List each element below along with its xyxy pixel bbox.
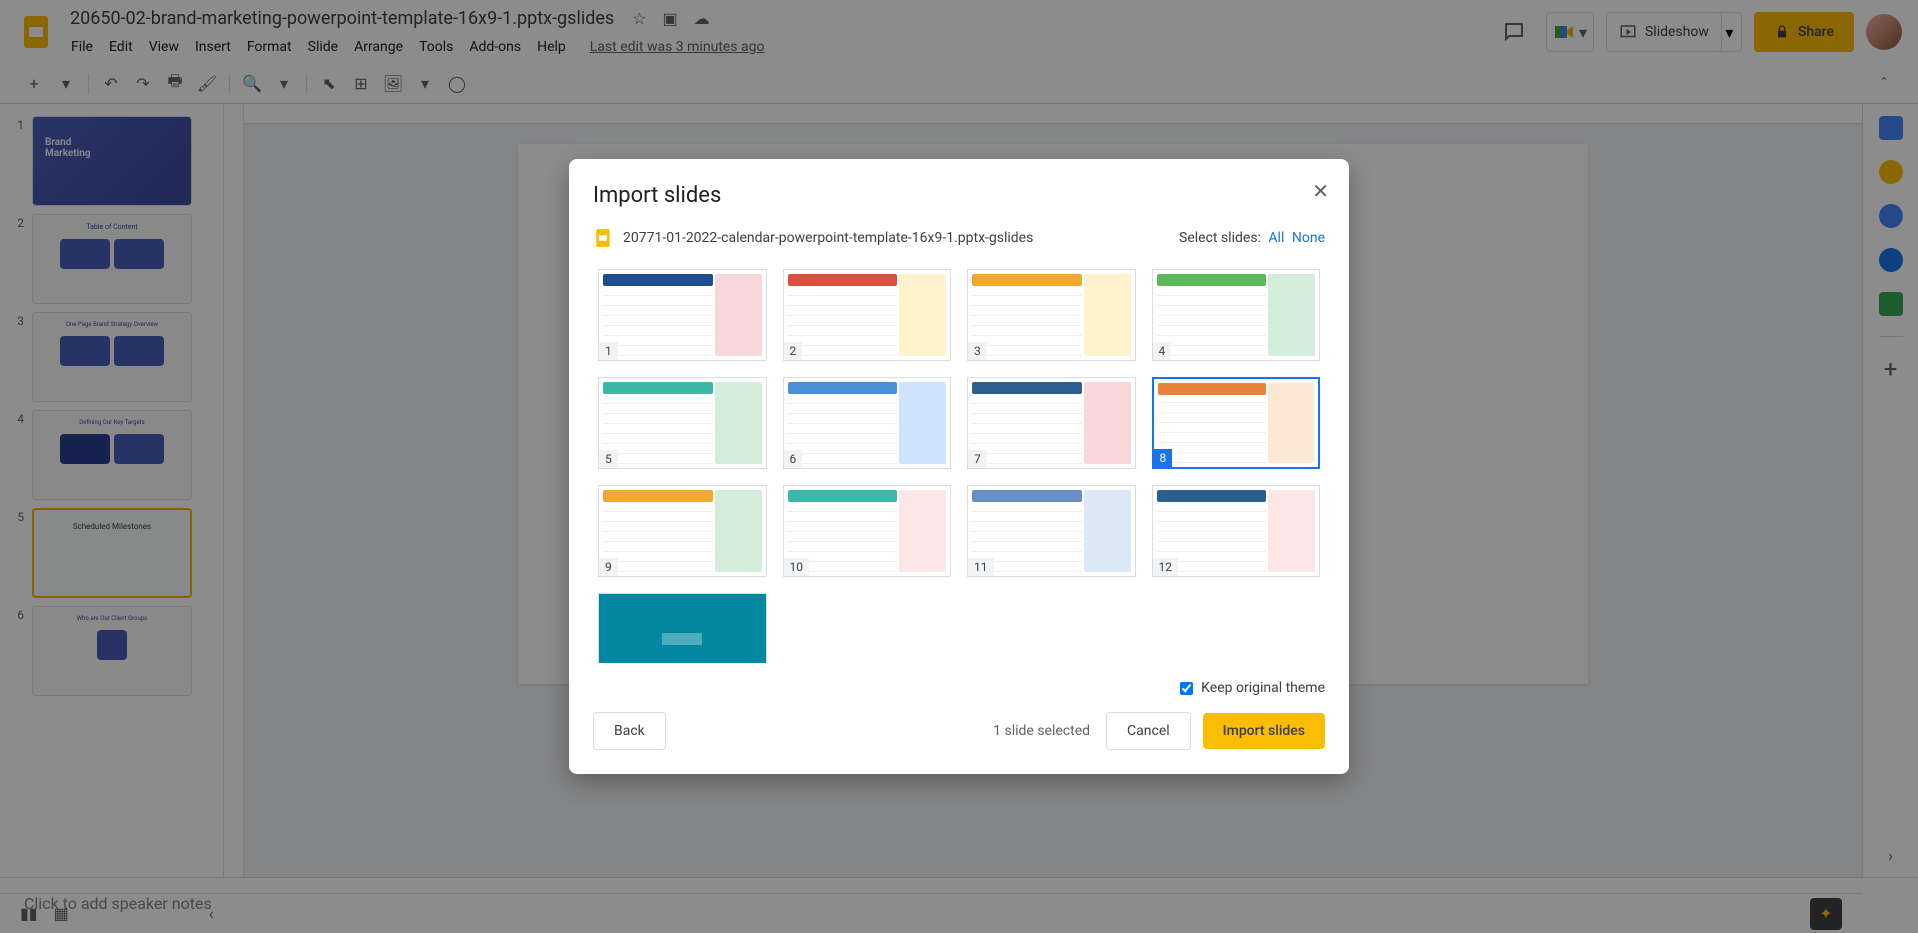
back-button[interactable]: Back: [593, 712, 666, 750]
select-slides-label: Select slides:: [1179, 230, 1261, 246]
import-thumb-12[interactable]: 12: [1152, 485, 1321, 577]
import-thumb-10[interactable]: 10: [783, 485, 952, 577]
selected-count: 1 slide selected: [993, 723, 1090, 739]
slides-file-icon: [593, 228, 613, 248]
import-thumb-9[interactable]: 9: [598, 485, 767, 577]
import-thumb-1[interactable]: 1: [598, 269, 767, 361]
import-slides-button[interactable]: Import slides: [1203, 713, 1325, 749]
import-thumb-8[interactable]: 8: [1152, 377, 1321, 469]
import-thumb-6[interactable]: 6: [783, 377, 952, 469]
import-thumb-2[interactable]: 2: [783, 269, 952, 361]
import-thumb-5[interactable]: 5: [598, 377, 767, 469]
modal-close-icon[interactable]: ✕: [1312, 179, 1329, 203]
select-none-link[interactable]: None: [1292, 230, 1325, 246]
import-thumb-7[interactable]: 7: [967, 377, 1136, 469]
import-thumb-11[interactable]: 11: [967, 485, 1136, 577]
modal-title: Import slides: [593, 183, 1325, 208]
thumbs-scroll-area[interactable]: 123456789101112: [593, 264, 1325, 664]
keep-theme-checkbox[interactable]: [1180, 682, 1193, 695]
import-thumb-13[interactable]: [598, 593, 767, 664]
cancel-button[interactable]: Cancel: [1106, 712, 1191, 750]
import-slides-modal: Import slides ✕ 20771-01-2022-calendar-p…: [569, 159, 1349, 774]
import-thumb-3[interactable]: 3: [967, 269, 1136, 361]
import-thumb-4[interactable]: 4: [1152, 269, 1321, 361]
select-all-link[interactable]: All: [1268, 230, 1284, 246]
modal-overlay: Import slides ✕ 20771-01-2022-calendar-p…: [0, 0, 1918, 933]
import-filename: 20771-01-2022-calendar-powerpoint-templa…: [623, 230, 1033, 246]
keep-theme-label: Keep original theme: [1201, 680, 1325, 696]
